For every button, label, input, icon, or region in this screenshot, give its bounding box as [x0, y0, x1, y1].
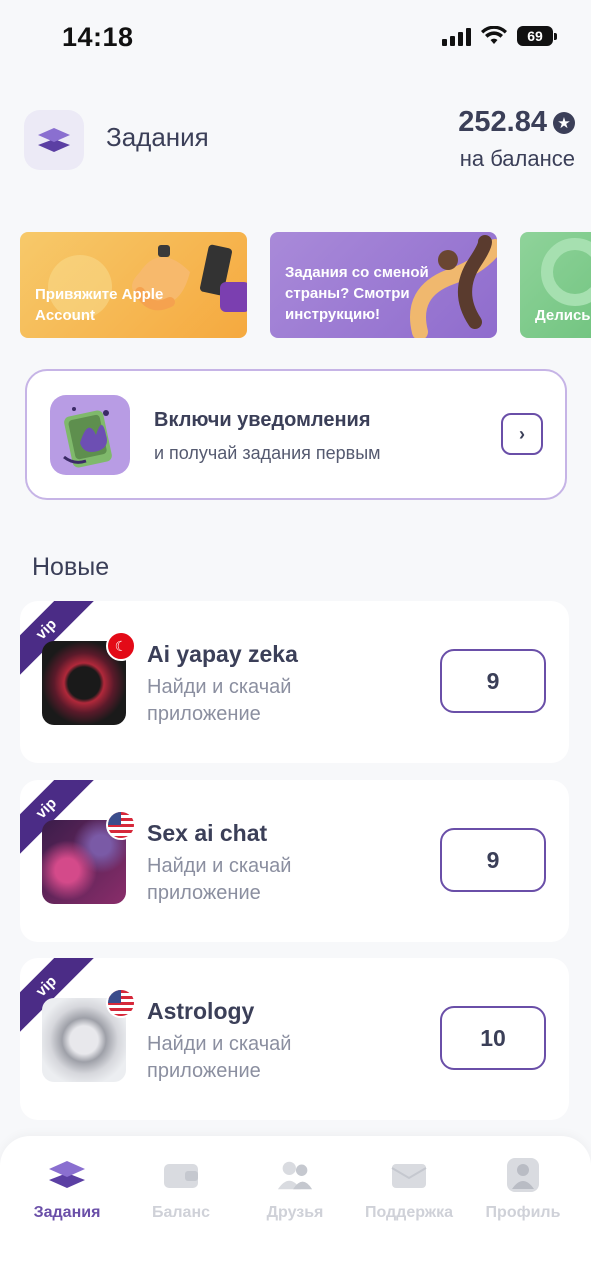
nav-balance[interactable]: Баланс — [122, 1156, 240, 1222]
page-title: Задания — [106, 122, 209, 152]
reward-button[interactable]: 9 — [440, 649, 546, 713]
wifi-icon — [481, 26, 507, 44]
app-logo — [24, 110, 84, 170]
signal-icon — [442, 26, 471, 46]
nav-support[interactable]: Поддержка — [350, 1156, 468, 1222]
nav-profile[interactable]: Профиль — [464, 1156, 582, 1222]
task-card[interactable]: vip Sex ai chat Найди и скачай приложени… — [20, 780, 569, 942]
profile-icon — [504, 1156, 542, 1194]
nav-label: Поддержка — [364, 1204, 454, 1221]
status-icons: 69 — [442, 26, 557, 46]
section-title-new: Новые — [32, 553, 110, 581]
banner-text: Привяжите Apple Account — [35, 286, 164, 324]
reward-button[interactable]: 9 — [440, 828, 546, 892]
layers-icon — [38, 128, 70, 152]
status-bar: 14:18 69 — [0, 0, 591, 80]
us-flag-icon — [106, 810, 136, 840]
nav-label: Баланс — [151, 1204, 211, 1221]
nav-label: Друзья — [266, 1204, 324, 1221]
task-description: Найди и скачай приложение — [147, 855, 292, 904]
notify-subtitle: и получай задания первым — [154, 443, 381, 463]
balance-amount: 252.84 ★ — [458, 106, 575, 139]
banner-country-change[interactable]: Задания со сменой страны? Смотри инструк… — [270, 232, 497, 338]
banner-share[interactable]: Делись — [520, 232, 591, 338]
reward-button[interactable]: 10 — [440, 1006, 546, 1070]
nav-label: Задания — [33, 1204, 101, 1221]
layers-icon — [48, 1156, 86, 1194]
task-name: Astrology — [147, 998, 255, 1024]
star-icon: ★ — [553, 111, 575, 134]
wallet-icon — [162, 1156, 200, 1194]
chevron-right-icon: › — [519, 423, 525, 444]
status-time: 14:18 — [62, 22, 134, 52]
task-description: Найди и скачай приложение — [147, 676, 292, 725]
notify-open-button[interactable]: › — [501, 413, 543, 455]
banner-carousel[interactable]: Привяжите Apple Account Задания со смено… — [20, 232, 591, 338]
notification-illustration-icon — [50, 395, 130, 475]
notify-title: Включи уведомления — [154, 409, 371, 431]
bottom-nav: Задания Баланс Друзья Поддержка Профиль — [0, 1136, 591, 1280]
support-icon — [390, 1156, 428, 1194]
task-card[interactable]: vip ☾ Ai yapay zeka Найди и скачай прило… — [20, 601, 569, 763]
us-flag-icon — [106, 988, 136, 1018]
banner-text: Делись — [535, 307, 591, 324]
task-name: Ai yapay zeka — [147, 641, 298, 667]
balance-caption: на балансе — [459, 146, 575, 171]
task-description: Найди и скачай приложение — [147, 1033, 292, 1082]
banner-text: Задания со сменой страны? Смотри инструк… — [285, 264, 429, 323]
nav-tasks[interactable]: Задания — [8, 1156, 126, 1222]
battery-icon: 69 — [517, 26, 557, 46]
nav-friends[interactable]: Друзья — [236, 1156, 354, 1222]
task-card[interactable]: vip Astrology Найди и скачай приложение … — [20, 958, 569, 1120]
task-name: Sex ai chat — [147, 820, 268, 846]
friends-icon — [276, 1156, 314, 1194]
balance-value: 252.84 — [458, 106, 547, 138]
turkey-flag-icon: ☾ — [106, 631, 136, 661]
nav-label: Профиль — [485, 1204, 561, 1221]
banner-apple-account[interactable]: Привяжите Apple Account — [20, 232, 247, 338]
enable-notifications-card[interactable]: Включи уведомления и получай задания пер… — [25, 369, 567, 500]
